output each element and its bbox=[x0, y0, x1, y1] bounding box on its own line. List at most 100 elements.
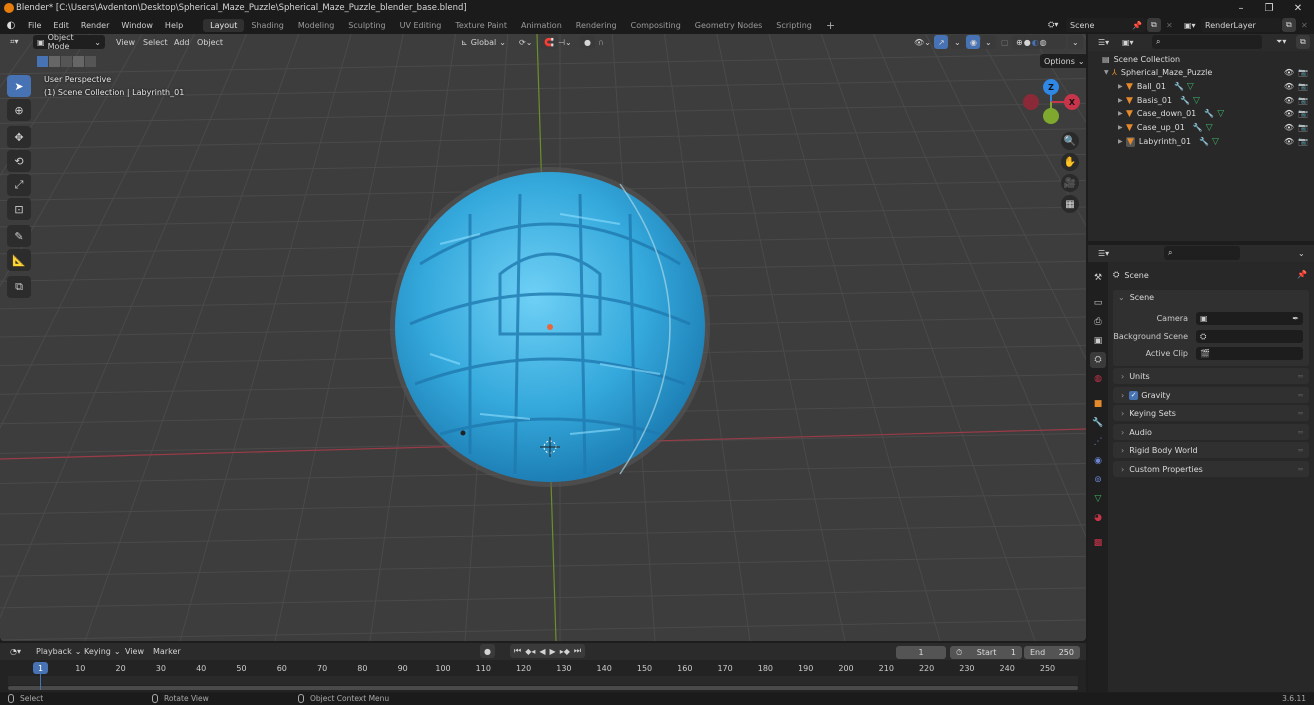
visibility-eye-icon[interactable]: 👁 bbox=[1284, 82, 1294, 91]
navigation-gizmo[interactable]: Z X bbox=[1023, 79, 1080, 131]
render-camera-icon[interactable]: 📷 bbox=[1298, 96, 1308, 105]
active-clip-field[interactable]: 🎬 bbox=[1196, 347, 1303, 360]
modifier-wrench-icon[interactable]: 🔧 bbox=[1204, 109, 1214, 118]
rendered-shading-icon[interactable]: ◍ bbox=[1040, 38, 1047, 47]
modifier-wrench-icon[interactable]: 🔧 bbox=[1180, 96, 1190, 105]
view-layer-selector[interactable]: RenderLayer bbox=[1201, 18, 1281, 32]
drag-handle-icon[interactable]: ═ bbox=[1298, 409, 1303, 418]
outliner-row-scene-collection[interactable]: ▤ Scene Collection bbox=[1088, 53, 1314, 66]
visibility-eye-icon[interactable]: 👁 bbox=[1284, 137, 1294, 146]
display-mode-icon[interactable]: ▣▾ bbox=[1118, 35, 1138, 49]
annotate-tool-icon[interactable]: ✎ bbox=[7, 225, 31, 247]
solid-shading-icon[interactable]: ● bbox=[1024, 38, 1031, 47]
camera-view-icon[interactable]: 🎥 bbox=[1061, 174, 1079, 192]
transform-tool-icon[interactable]: ⊡ bbox=[7, 198, 31, 220]
drag-handle-icon[interactable]: ═ bbox=[1298, 446, 1303, 455]
modifiers-tab-icon[interactable]: 🔧 bbox=[1090, 415, 1106, 431]
visibility-eye-icon[interactable]: 👁 bbox=[1284, 96, 1294, 105]
gizmo-neg-x-axis[interactable] bbox=[1023, 94, 1039, 110]
mesh-data-icon[interactable]: ▽ bbox=[1187, 82, 1194, 92]
scene-tab-icon[interactable]: ⛭ bbox=[1090, 352, 1106, 368]
timeline-track[interactable] bbox=[8, 676, 1078, 685]
timeline-view-menu[interactable]: View bbox=[121, 644, 148, 658]
jump-end-icon[interactable]: ⏭ bbox=[574, 646, 581, 656]
menu-view[interactable]: View bbox=[112, 35, 139, 49]
menu-edit[interactable]: Edit bbox=[47, 21, 75, 30]
restore-icon[interactable]: ❐ bbox=[1254, 0, 1284, 16]
outliner-row-object[interactable]: ▶ ▼ Basis_01 🔧 ▽ 👁 📷 bbox=[1088, 94, 1314, 107]
wireframe-shading-icon[interactable]: ⊕ bbox=[1016, 38, 1023, 47]
render-camera-icon[interactable]: 📷 bbox=[1298, 68, 1308, 77]
scene-selector[interactable]: Scene 📌 bbox=[1066, 18, 1146, 32]
gizmo-toggle-icon[interactable]: ↗ bbox=[934, 35, 948, 49]
properties-search-input[interactable]: ⌕ bbox=[1164, 246, 1240, 260]
texture-tab-icon[interactable]: ▩ bbox=[1090, 535, 1106, 551]
prev-keyframe-icon[interactable]: ◆◂ bbox=[525, 647, 535, 656]
menu-object[interactable]: Object bbox=[193, 35, 227, 49]
blender-menu-icon[interactable]: ◐ bbox=[0, 20, 22, 31]
measure-tool-icon[interactable]: 📐 bbox=[7, 249, 31, 271]
tab-animation[interactable]: Animation bbox=[514, 19, 569, 32]
expand-arrow-icon[interactable]: ▶ bbox=[1118, 97, 1126, 104]
camera-field[interactable]: ▣ ✒ bbox=[1196, 312, 1303, 325]
outliner-row-object[interactable]: ▶ ▼ Case_up_01 🔧 ▽ 👁 📷 bbox=[1088, 121, 1314, 134]
gravity-panel[interactable]: › ✓ Gravity ═ bbox=[1113, 387, 1309, 403]
start-frame-field[interactable]: ⏱ Start 1 bbox=[950, 646, 1022, 659]
expand-arrow-icon[interactable]: ▶ bbox=[1118, 124, 1126, 131]
tab-scripting[interactable]: Scripting bbox=[769, 19, 819, 32]
visibility-eye-icon[interactable]: 👁 bbox=[1284, 123, 1294, 132]
new-scene-icon[interactable]: ⧉ bbox=[1147, 18, 1161, 32]
tab-sculpting[interactable]: Sculpting bbox=[341, 19, 392, 32]
rotate-tool-icon[interactable]: ⟲ bbox=[7, 150, 31, 172]
outliner-row-object[interactable]: ▶ ▼ Ball_01 🔧 ▽ 👁 📷 bbox=[1088, 80, 1314, 93]
gravity-checkbox[interactable]: ✓ bbox=[1129, 390, 1139, 400]
filter-icon[interactable]: ⏷▾ bbox=[1272, 35, 1290, 49]
render-tab-icon[interactable]: ▭ bbox=[1090, 295, 1106, 311]
keying-menu[interactable]: Keying ⌄ bbox=[80, 644, 125, 658]
drag-handle-icon[interactable]: ═ bbox=[1298, 428, 1303, 437]
drag-handle-icon[interactable]: ═ bbox=[1298, 465, 1303, 474]
expand-arrow-icon[interactable]: ▶ bbox=[1118, 138, 1126, 145]
add-cube-tool-icon[interactable]: ⧉ bbox=[7, 276, 31, 298]
timeline-scrollbar[interactable] bbox=[8, 686, 1078, 690]
pin-icon[interactable]: 📌 bbox=[1297, 270, 1307, 279]
menu-add[interactable]: Add bbox=[170, 35, 194, 49]
render-camera-icon[interactable]: 📷 bbox=[1298, 82, 1308, 91]
mode-dropdown[interactable]: ▣ Object Mode ⌄ bbox=[33, 34, 105, 51]
play-reverse-icon[interactable]: ◀ bbox=[539, 647, 545, 656]
drag-handle-icon[interactable]: ═ bbox=[1298, 372, 1303, 381]
output-tab-icon[interactable]: ⎙ bbox=[1090, 314, 1106, 330]
view-layer-tab-icon[interactable]: ▣ bbox=[1090, 333, 1106, 349]
keying-sets-panel[interactable]: › Keying Sets ═ bbox=[1113, 405, 1309, 421]
tab-geometry-nodes[interactable]: Geometry Nodes bbox=[688, 19, 769, 32]
visibility-eye-icon[interactable]: 👁 bbox=[1284, 109, 1294, 118]
end-frame-field[interactable]: End 250 bbox=[1024, 646, 1080, 659]
units-panel[interactable]: › Units ═ bbox=[1113, 368, 1309, 384]
3d-viewport[interactable]: ⌗▾ ▣ Object Mode ⌄ View Select Add Object … bbox=[0, 34, 1086, 641]
tab-shading[interactable]: Shading bbox=[244, 19, 291, 32]
pin-icon[interactable]: 📌 bbox=[1132, 21, 1142, 30]
next-keyframe-icon[interactable]: ▸◆ bbox=[560, 647, 570, 656]
modifier-wrench-icon[interactable]: 🔧 bbox=[1193, 123, 1203, 132]
data-tab-icon[interactable]: ▽ bbox=[1090, 491, 1106, 507]
mesh-data-icon[interactable]: ▽ bbox=[1217, 109, 1224, 119]
playback-menu[interactable]: Playback ⌄ bbox=[32, 644, 85, 658]
new-view-layer-icon[interactable]: ⧉ bbox=[1282, 18, 1296, 32]
jump-start-icon[interactable]: ⏮ bbox=[514, 646, 521, 656]
modifier-wrench-icon[interactable]: 🔧 bbox=[1174, 82, 1184, 91]
select-subtract-icon[interactable] bbox=[61, 55, 72, 67]
tab-rendering[interactable]: Rendering bbox=[569, 19, 624, 32]
menu-select[interactable]: Select bbox=[139, 35, 172, 49]
proportional-edit-icon[interactable]: ● bbox=[580, 35, 595, 49]
background-scene-field[interactable]: ⛭ bbox=[1196, 330, 1303, 343]
delete-scene-icon[interactable]: ✕ bbox=[1162, 18, 1177, 32]
visibility-eye-icon[interactable]: 👁 bbox=[1284, 68, 1294, 77]
material-tab-icon[interactable]: ◕ bbox=[1090, 510, 1106, 526]
falloff-icon[interactable]: ∩ bbox=[594, 35, 608, 49]
gizmo-y-axis[interactable] bbox=[1043, 108, 1059, 124]
shading-dropdown[interactable]: ⌄ bbox=[1068, 35, 1083, 49]
menu-render[interactable]: Render bbox=[75, 21, 115, 30]
expand-arrow-icon[interactable]: ▼ bbox=[1104, 69, 1112, 76]
constraints-tab-icon[interactable]: ⊚ bbox=[1090, 472, 1106, 488]
xray-toggle-icon[interactable]: ▢ bbox=[997, 35, 1013, 49]
